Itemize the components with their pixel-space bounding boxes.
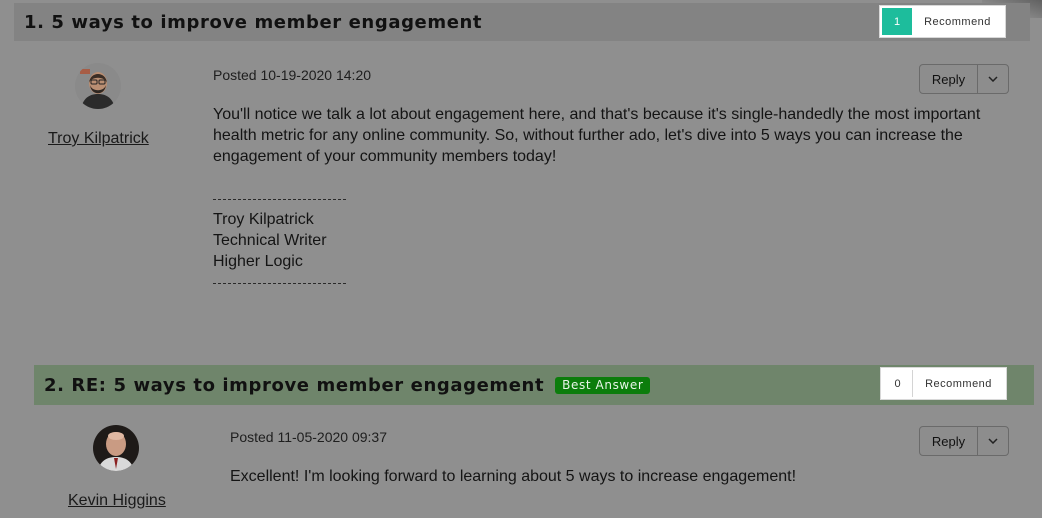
recommend-label: Recommend [924, 15, 991, 28]
reply-button-group: Reply [919, 426, 1009, 456]
signature-divider [213, 199, 346, 200]
chevron-down-icon [988, 438, 998, 444]
message-body: You'll notice we talk a lot about engage… [213, 106, 981, 165]
recommend-button[interactable]: 0 Recommend [881, 368, 1006, 399]
message-header: 1. 5 ways to improve member engagement [14, 3, 1030, 41]
recommend-label: Recommend [925, 377, 992, 390]
signature-name: Troy Kilpatrick [213, 211, 314, 228]
reply-button-group: Reply [919, 64, 1009, 94]
reply-options-button[interactable] [978, 65, 1008, 93]
author-photo-icon [93, 425, 139, 471]
posted-date: Posted 10-19-2020 14:20 [213, 67, 372, 83]
message-title: 2. RE: 5 ways to improve member engageme… [44, 374, 545, 396]
recommend-count: 0 [883, 370, 913, 397]
author-link[interactable]: Troy Kilpatrick [48, 130, 149, 148]
recommend-count: 1 [882, 8, 912, 35]
reply-button[interactable]: Reply [920, 427, 978, 455]
signature-role: Technical Writer [213, 232, 327, 249]
signature-org: Higher Logic [213, 253, 303, 270]
avatar[interactable] [75, 63, 121, 109]
reply-options-button[interactable] [978, 427, 1008, 455]
recommend-button[interactable]: 1 Recommend [880, 6, 1005, 37]
reply-button[interactable]: Reply [920, 65, 978, 93]
author-link[interactable]: Kevin Higgins [68, 492, 166, 510]
best-answer-badge: Best Answer [555, 376, 651, 394]
chevron-down-icon [988, 76, 998, 82]
avatar[interactable] [93, 425, 139, 471]
author-photo-icon [75, 63, 121, 109]
posted-date: Posted 11-05-2020 09:37 [230, 429, 387, 445]
signature-divider [213, 283, 346, 284]
message-body: Excellent! I'm looking forward to learni… [230, 468, 797, 485]
message-title: 1. 5 ways to improve member engagement [24, 11, 483, 33]
